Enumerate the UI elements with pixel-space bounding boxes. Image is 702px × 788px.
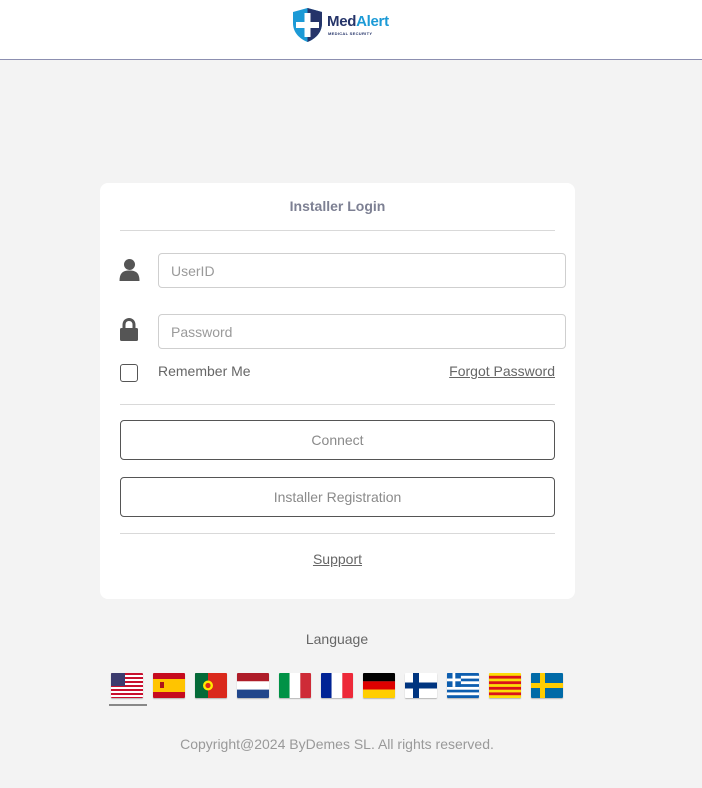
remember-me-label[interactable]: Remember Me — [158, 363, 251, 379]
divider — [120, 533, 555, 534]
brand-part-2: Alert — [356, 13, 389, 30]
top-header-bar: MedAlert MEDICAL SECURITY — [0, 0, 702, 60]
remember-me-checkbox[interactable] — [120, 364, 138, 382]
userid-input[interactable] — [158, 253, 566, 288]
installer-registration-button[interactable]: Installer Registration — [120, 477, 555, 517]
copyright-text: Copyright@2024 ByDemes SL. All rights re… — [180, 736, 494, 752]
netherlands-flag-icon[interactable] — [237, 673, 269, 698]
language-flags — [109, 673, 571, 713]
brand-part-1: Med — [327, 13, 357, 30]
password-input[interactable] — [158, 314, 566, 349]
forgot-password-link[interactable]: Forgot Password — [449, 363, 555, 379]
germany-flag-icon[interactable] — [363, 673, 395, 698]
sweden-flag-icon[interactable] — [531, 673, 563, 698]
greece-flag-icon[interactable] — [447, 673, 479, 698]
support-link[interactable]: Support — [100, 551, 575, 567]
login-title: Installer Login — [289, 198, 386, 214]
france-flag-icon[interactable] — [321, 673, 353, 698]
user-icon — [119, 259, 140, 281]
divider — [120, 230, 555, 231]
finland-flag-icon[interactable] — [405, 673, 437, 698]
selected-language-indicator — [109, 704, 147, 706]
italy-flag-icon[interactable] — [279, 673, 311, 698]
shield-cross-icon — [293, 8, 322, 42]
lock-icon — [120, 318, 138, 341]
portugal-flag-icon[interactable] — [195, 673, 227, 698]
catalonia-flag-icon[interactable] — [489, 673, 521, 698]
brand-name: MedAlert — [327, 13, 389, 30]
united-states-flag-icon[interactable] — [111, 673, 143, 698]
spain-flag-icon[interactable] — [153, 673, 185, 698]
connect-button[interactable]: Connect — [120, 420, 555, 460]
login-card: Installer Login Remember Me Forgot Passw… — [100, 183, 575, 599]
language-label: Language — [305, 631, 369, 647]
brand-tagline: MEDICAL SECURITY — [328, 31, 373, 36]
divider — [120, 404, 555, 405]
